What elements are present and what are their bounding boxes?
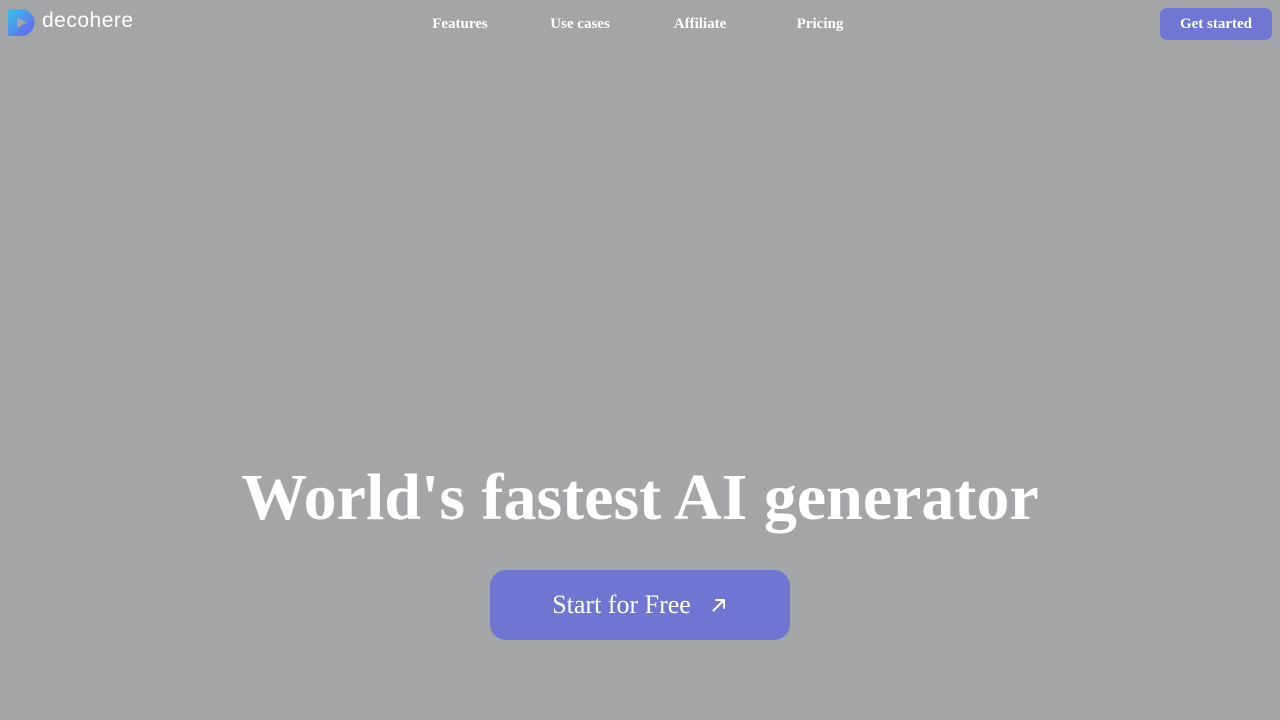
- start-for-free-label: Start for Free: [552, 590, 691, 619]
- nav-link-use-cases[interactable]: Use cases: [550, 14, 610, 34]
- nav-link-pricing[interactable]: Pricing: [797, 14, 844, 34]
- nav-link-features[interactable]: Features: [432, 14, 488, 34]
- get-started-button[interactable]: Get started: [1160, 8, 1272, 40]
- brand-logo[interactable]: decohere: [8, 8, 134, 36]
- hero-title: World's fastest AI generator: [241, 461, 1039, 534]
- start-for-free-button[interactable]: Start for Free: [490, 570, 790, 640]
- arrow-up-right-icon: [712, 599, 725, 612]
- brand-name: decohere: [42, 9, 134, 32]
- decohere-logo-icon: [8, 8, 35, 36]
- nav-link-affiliate[interactable]: Affiliate: [674, 14, 726, 34]
